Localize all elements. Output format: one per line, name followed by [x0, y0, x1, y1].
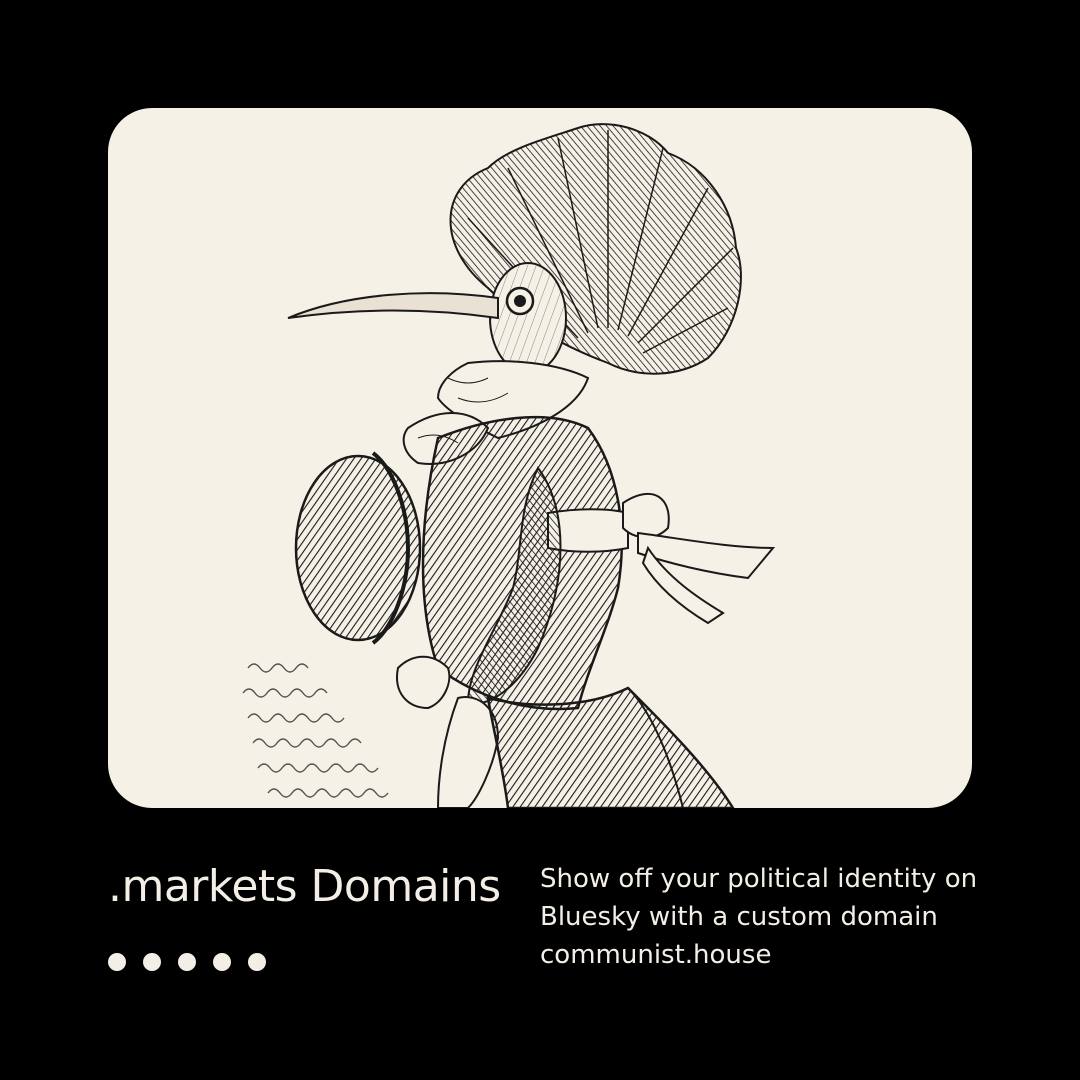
carousel-dot[interactable] — [213, 953, 231, 971]
dandy-hoopoe-engraving-icon — [242, 123, 776, 808]
illustration-card — [108, 108, 972, 808]
description-text: Show off your political identity on Blue… — [540, 860, 1000, 974]
description-line: Bluesky with a custom domain — [540, 902, 938, 932]
carousel-dot[interactable] — [178, 953, 196, 971]
description-line: Show off your political identity on — [540, 864, 978, 894]
carousel-dot[interactable] — [248, 953, 266, 971]
carousel-dot[interactable] — [108, 953, 126, 971]
carousel-dot[interactable] — [143, 953, 161, 971]
description-line: communist.house — [540, 940, 772, 970]
page-title: .markets Domains — [108, 861, 501, 912]
carousel-dots[interactable] — [108, 953, 266, 973]
